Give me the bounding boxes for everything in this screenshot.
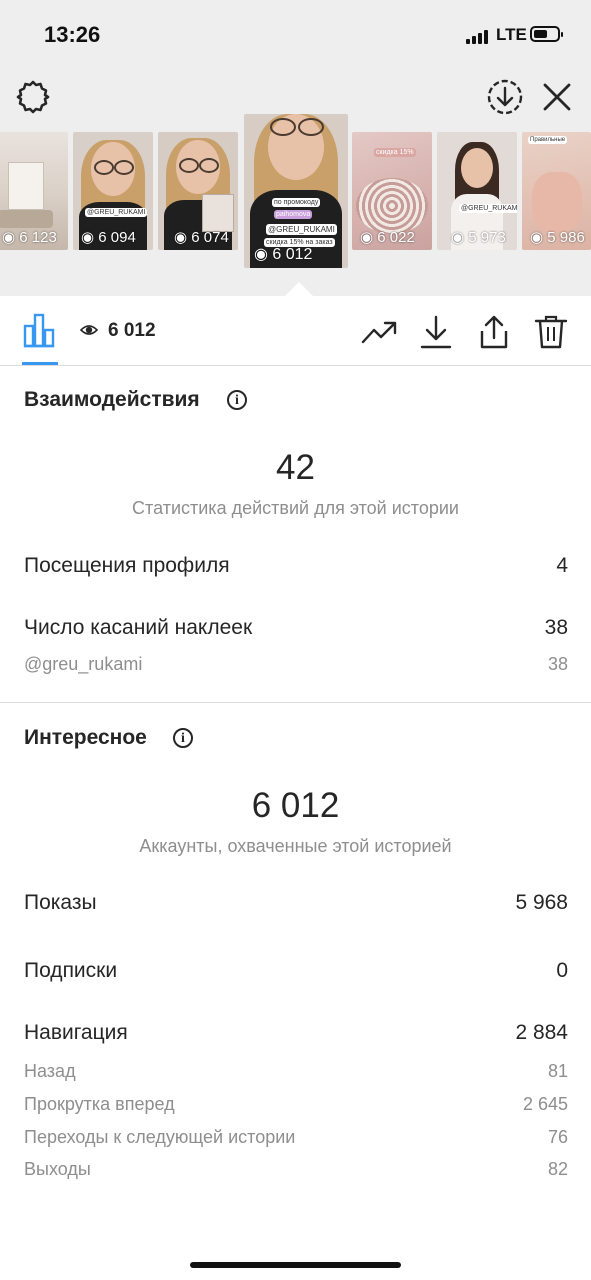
story-thumbnail[interactable]: ◉ 6 074 [158, 132, 238, 250]
stat-sublabel: @greu_rukami [24, 654, 143, 674]
close-icon[interactable] [540, 80, 574, 114]
story-view-count: ◉ 6 022 [360, 229, 415, 246]
story-view-count: ◉ 5 986 [530, 229, 585, 246]
stat-subvalue: 38 [547, 654, 568, 674]
gear-icon[interactable] [14, 78, 52, 116]
story-thumbnail[interactable]: @GREU_RUKAMI ◉ 6 094 [73, 132, 153, 250]
discovery-title: Интересное [24, 726, 147, 749]
views-count: 6 012 [108, 320, 156, 341]
download-icon[interactable] [418, 314, 454, 350]
story-thumbnail[interactable]: Правильные ◉ 5 986 [522, 132, 591, 250]
story-thumbnail[interactable]: скидка 15% ◉ 6 022 [352, 132, 432, 250]
stat-sublabel: Назад [24, 1061, 76, 1081]
story-view-count: ◉ 5 973 [451, 229, 506, 246]
stat-label: Подписки [24, 959, 118, 982]
stat-label: Навигация [24, 1021, 128, 1044]
section-divider [0, 702, 591, 703]
trending-icon[interactable] [361, 314, 397, 350]
network-label: LTE [496, 25, 527, 44]
story-view-count: ◉ 6 074 [174, 229, 229, 246]
stat-sublabel: Прокрутка вперед [24, 1094, 175, 1114]
story-thumbnail[interactable]: @GREU_RUKAMI ◉ 5 973 [437, 132, 517, 250]
stat-subvalue: 2 645 [522, 1094, 568, 1114]
story-view-count: ◉ 6 094 [81, 229, 136, 246]
interactions-caption: Статистика действий для этой истории [132, 498, 459, 518]
stat-value: 38 [544, 616, 568, 639]
selected-story-pointer [285, 282, 313, 296]
story-thumbnail[interactable]: ◉ 6 123 [0, 132, 68, 250]
signal-icon [466, 30, 490, 44]
discovery-total: 6 012 [251, 786, 340, 825]
bar-chart-icon[interactable] [22, 312, 56, 348]
interactions-total: 42 [276, 448, 315, 487]
eye-icon [80, 325, 98, 335]
share-icon[interactable] [476, 314, 512, 350]
stat-sublabel: Переходы к следующей истории [24, 1127, 296, 1147]
stat-sublabel: Выходы [24, 1159, 91, 1179]
trash-icon[interactable] [533, 314, 569, 350]
stat-value: 2 884 [515, 1021, 568, 1044]
home-indicator[interactable] [190, 1262, 401, 1268]
stat-value: 4 [556, 554, 568, 577]
stat-subvalue: 81 [547, 1061, 568, 1081]
stat-subvalue: 82 [547, 1159, 568, 1179]
battery-icon [530, 26, 563, 42]
discovery-caption: Аккаунты, охваченные этой историей [139, 836, 452, 856]
stat-subvalue: 76 [547, 1127, 568, 1147]
stat-label: Показы [24, 891, 97, 914]
stat-value: 0 [556, 959, 568, 982]
status-time: 13:26 [44, 22, 101, 47]
info-icon[interactable]: i [173, 728, 193, 748]
story-view-count: ◉ 6 012 [254, 246, 313, 263]
story-thumbnail-selected[interactable]: по промокоду paihomova @GREU_RUKAMI скид… [244, 114, 348, 268]
interactions-title: Взаимодействия [24, 388, 200, 411]
story-view-count: ◉ 6 123 [2, 229, 57, 246]
info-icon[interactable]: i [227, 390, 247, 410]
save-story-icon[interactable] [486, 78, 524, 116]
stat-label: Число касаний наклеек [24, 616, 253, 639]
stat-label: Посещения профиля [24, 554, 230, 577]
active-tab-indicator [22, 362, 58, 365]
stat-value: 5 968 [515, 891, 568, 914]
